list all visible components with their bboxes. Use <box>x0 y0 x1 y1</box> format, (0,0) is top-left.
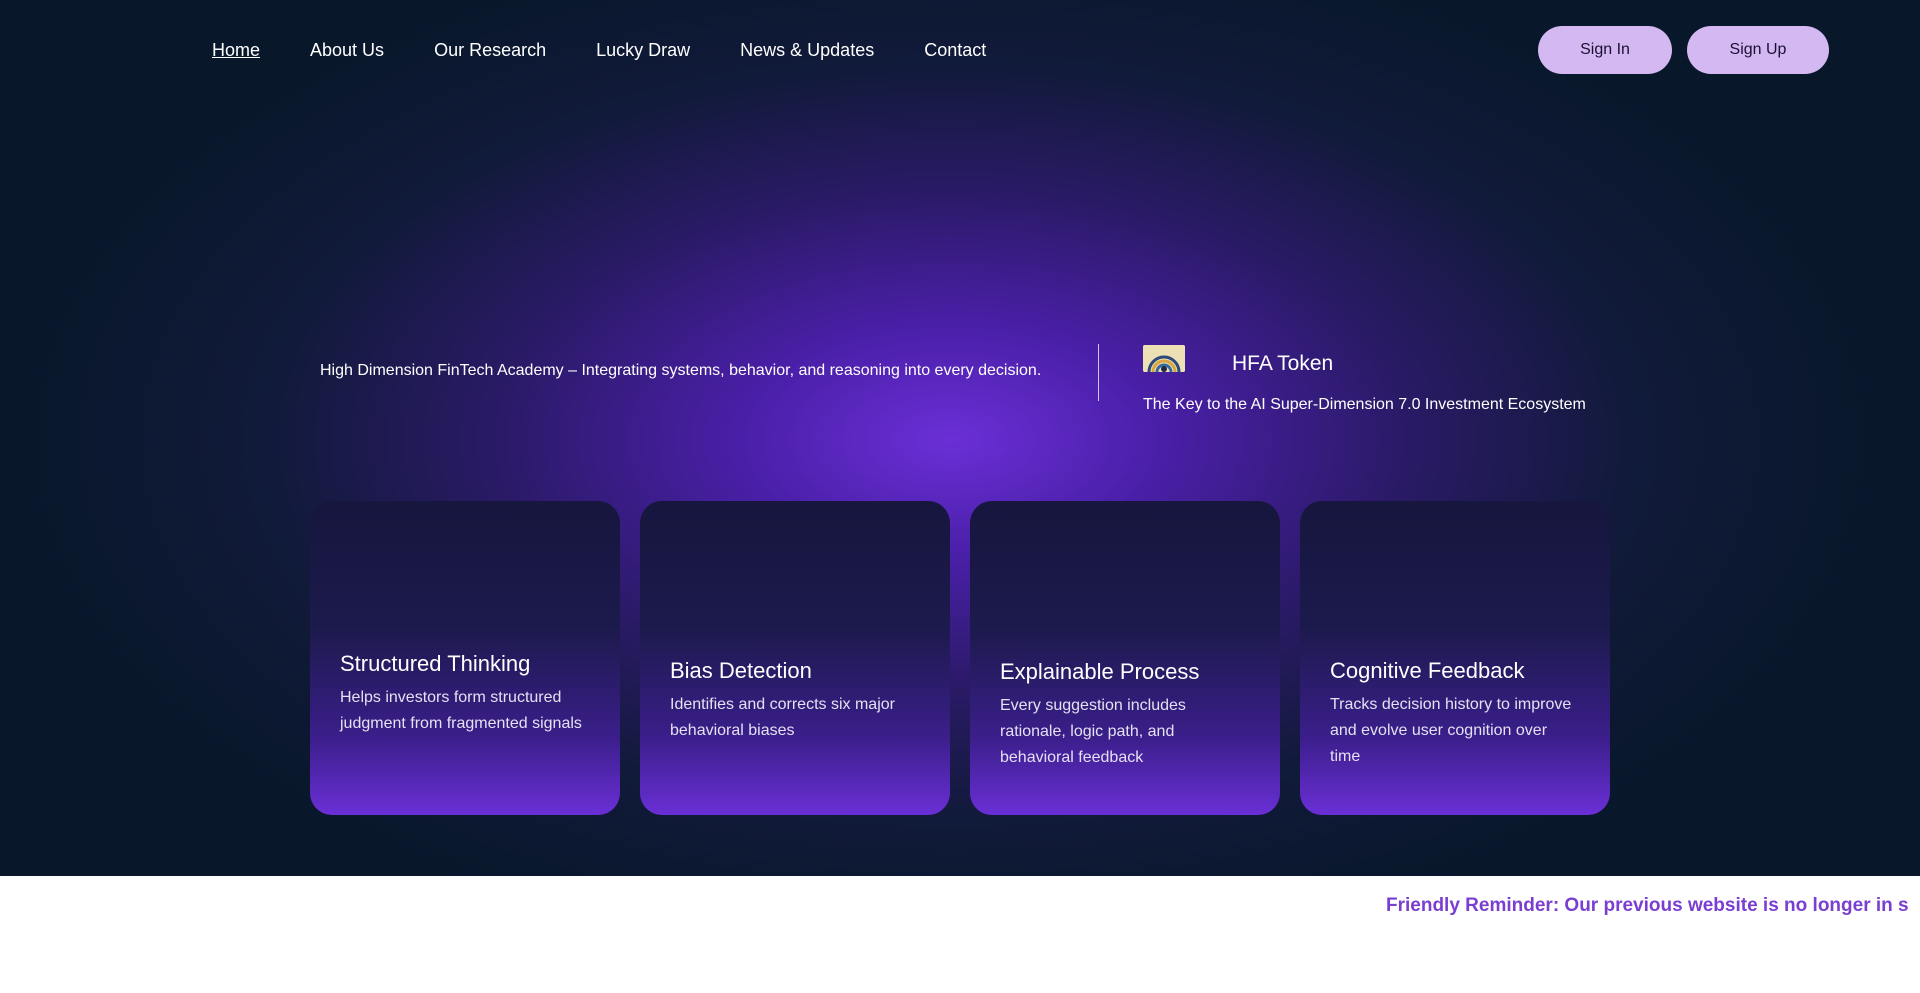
hfa-token-logo <box>1143 345 1185 372</box>
feature-card-bias-detection[interactable]: Bias Detection Identifies and corrects s… <box>640 501 950 815</box>
nav-contact[interactable]: Contact <box>924 38 986 62</box>
nav-lucky-draw[interactable]: Lucky Draw <box>596 38 690 62</box>
nav-home[interactable]: Home <box>212 38 260 62</box>
rainbow-icon <box>1143 345 1185 372</box>
token-title: HFA Token <box>1232 352 1334 375</box>
card-title: Cognitive Feedback <box>1330 658 1525 683</box>
card-title: Explainable Process <box>1000 659 1200 684</box>
card-description: Identifies and corrects six major behavi… <box>670 696 895 739</box>
main-nav: Home About Us Our Research Lucky Draw Ne… <box>212 38 986 62</box>
sign-up-button[interactable]: Sign Up <box>1687 26 1829 74</box>
hero-divider <box>1098 344 1099 401</box>
nav-our-research[interactable]: Our Research <box>434 38 546 62</box>
hero-section: Home About Us Our Research Lucky Draw Ne… <box>0 0 1920 876</box>
feature-card-cognitive-feedback[interactable]: Cognitive Feedback Tracks decision histo… <box>1300 501 1610 815</box>
card-title: Bias Detection <box>670 658 812 683</box>
nav-about-us[interactable]: About Us <box>310 38 384 62</box>
card-description: Every suggestion includes rationale, log… <box>1000 697 1186 766</box>
sign-in-button[interactable]: Sign In <box>1538 26 1672 74</box>
card-description: Helps investors form structured judgment… <box>340 689 582 732</box>
token-subtitle: The Key to the AI Super-Dimension 7.0 In… <box>1143 396 1586 413</box>
friendly-reminder-marquee: Friendly Reminder: Our previous website … <box>1386 895 1909 916</box>
card-title: Structured Thinking <box>340 651 531 676</box>
card-description: Tracks decision history to improve and e… <box>1330 696 1572 765</box>
nav-news-updates[interactable]: News & Updates <box>740 38 874 62</box>
hero-tagline: High Dimension FinTech Academy – Integra… <box>320 362 1042 379</box>
feature-card-structured-thinking[interactable]: Structured Thinking Helps investors form… <box>310 501 620 815</box>
feature-card-explainable-process[interactable]: Explainable Process Every suggestion inc… <box>970 501 1280 815</box>
